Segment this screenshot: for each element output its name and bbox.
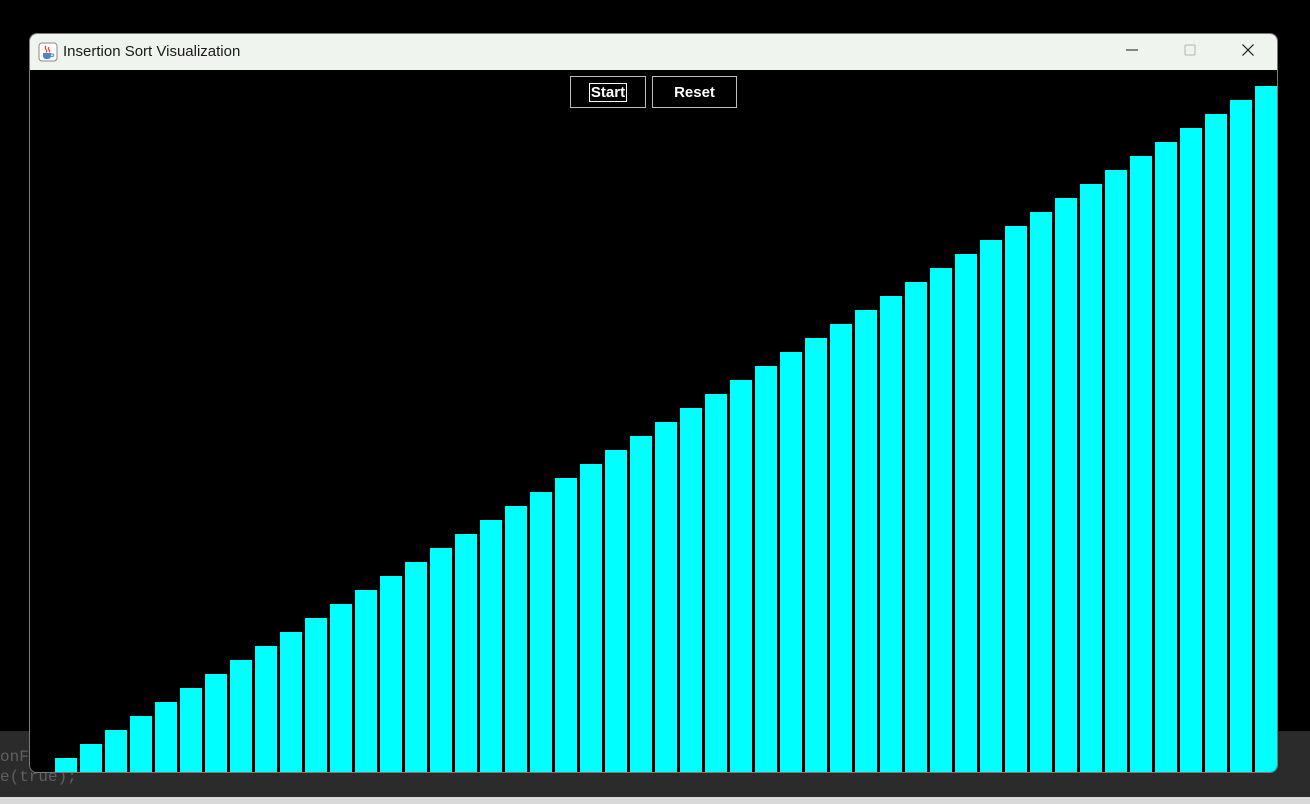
app-window: Insertion Sort Visualization Start Reset <box>29 33 1278 773</box>
visualization-panel: Start Reset <box>30 70 1277 772</box>
minimize-icon <box>1125 43 1139 62</box>
bar <box>230 660 252 772</box>
bar <box>1205 114 1227 772</box>
bar <box>680 408 702 772</box>
bar <box>330 604 352 772</box>
bar <box>55 758 77 772</box>
bar <box>555 478 577 772</box>
bar <box>1230 100 1252 772</box>
bar <box>1055 198 1077 772</box>
code-line: onF <box>0 748 29 766</box>
bar <box>580 464 602 772</box>
bar <box>530 492 552 772</box>
bar <box>1005 226 1027 772</box>
bar <box>830 324 852 772</box>
bar <box>205 674 227 772</box>
java-cup-icon <box>38 42 58 62</box>
minimize-button[interactable] <box>1103 34 1161 70</box>
title-bar[interactable]: Insertion Sort Visualization <box>30 34 1277 70</box>
bar <box>280 632 302 772</box>
bar <box>480 520 502 772</box>
bar <box>755 366 777 772</box>
bar <box>355 590 377 772</box>
bar <box>405 562 427 772</box>
bar <box>305 618 327 772</box>
bar <box>155 702 177 772</box>
bar <box>1080 184 1102 772</box>
taskbar-edge <box>0 797 1310 804</box>
bar <box>130 716 152 772</box>
bar <box>1155 142 1177 772</box>
bars-canvas <box>55 86 1277 772</box>
bar <box>805 338 827 772</box>
bar <box>255 646 277 772</box>
start-button-label: Start <box>588 82 628 102</box>
reset-button[interactable]: Reset <box>652 76 737 108</box>
bar <box>855 310 877 772</box>
bar <box>605 450 627 772</box>
close-button[interactable] <box>1219 34 1277 70</box>
bar <box>80 744 102 772</box>
bar <box>180 688 202 772</box>
bar <box>1255 86 1277 772</box>
bar <box>980 240 1002 772</box>
bar <box>505 506 527 772</box>
maximize-icon <box>1183 43 1197 62</box>
bar <box>1130 156 1152 772</box>
bar <box>1180 128 1202 772</box>
start-button[interactable]: Start <box>570 76 646 108</box>
desktop: onF e(true); Insertion Sort Visualizatio… <box>0 0 1310 804</box>
bar <box>730 380 752 772</box>
reset-button-label: Reset <box>674 83 715 101</box>
bar <box>430 548 452 772</box>
bar <box>780 352 802 772</box>
bar <box>1105 170 1127 772</box>
bar <box>455 534 477 772</box>
window-title: Insertion Sort Visualization <box>63 43 241 60</box>
close-icon <box>1241 43 1255 62</box>
bar <box>105 730 127 772</box>
bar <box>630 436 652 772</box>
bar <box>930 268 952 772</box>
bar <box>380 576 402 772</box>
maximize-button[interactable] <box>1161 34 1219 70</box>
bar <box>880 296 902 772</box>
bar <box>1030 212 1052 772</box>
bar <box>705 394 727 772</box>
bar <box>655 422 677 772</box>
bar <box>955 254 977 772</box>
bar <box>905 282 927 772</box>
